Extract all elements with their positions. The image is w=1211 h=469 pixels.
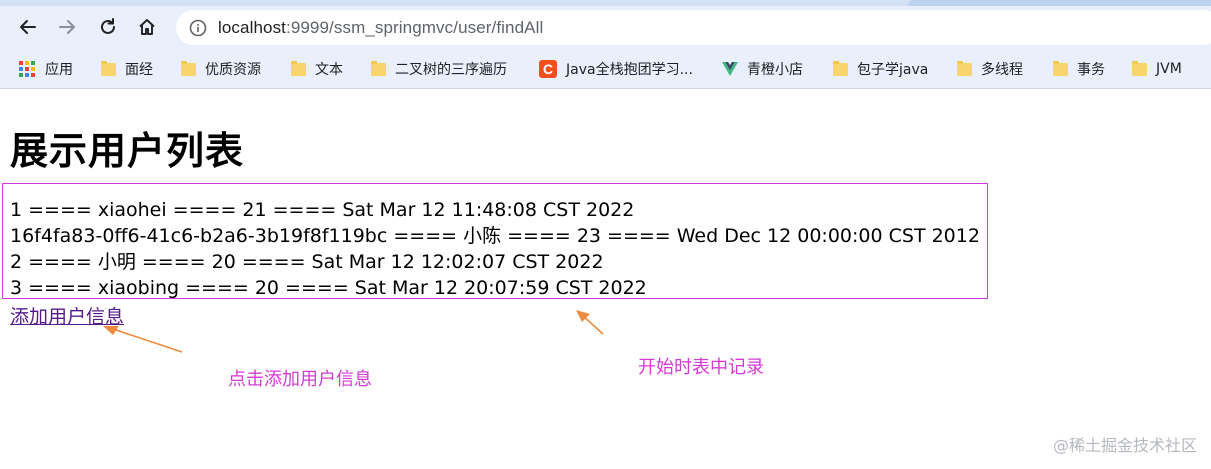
- bookmark-folder[interactable]: 文本: [291, 58, 343, 80]
- add-user-link[interactable]: 添加用户信息: [10, 302, 124, 329]
- bookmark-folder[interactable]: 包子学java: [833, 58, 928, 80]
- bookmark-folder[interactable]: 二叉树的三序遍历: [371, 58, 507, 80]
- bookmark-label: 面经: [125, 62, 153, 78]
- arrow-to-add-link: [103, 326, 183, 353]
- c-logo-icon: C: [539, 60, 557, 78]
- folder-icon: [371, 60, 386, 76]
- bookmark-label: 包子学java: [857, 62, 929, 78]
- arrow-left-icon: [20, 20, 36, 34]
- list-item: 1 ==== xiaohei ==== 21 ==== Sat Mar 12 1…: [10, 199, 635, 221]
- watermark: @稀土掘金技术社区: [1052, 436, 1197, 455]
- back-button[interactable]: [13, 12, 43, 42]
- folder-icon: [101, 60, 116, 76]
- bookmark-label: 文本: [315, 62, 343, 78]
- list-item: 16f4fa83-0ff6-41c6-b2a6-3b19f8f119bc ===…: [10, 225, 980, 247]
- home-button[interactable]: [132, 12, 162, 42]
- bookmark-label: 青橙小店: [747, 62, 803, 78]
- url-path: :9999/ssm_springmvc/user/findAll: [286, 17, 544, 37]
- bookmark-qingcheng[interactable]: 青橙小店: [722, 58, 803, 80]
- bookmark-label: JVM: [1156, 61, 1182, 77]
- folder-icon: [833, 60, 848, 76]
- bookmarks-bar: 应用 面经 优质资源 文本 二叉树的三序遍历 C Java全栈抱团学习... 青…: [0, 49, 1211, 89]
- reload-icon: [101, 18, 115, 34]
- info-icon[interactable]: [189, 19, 207, 37]
- page-title: 展示用户列表: [10, 129, 245, 173]
- bookmark-folder[interactable]: 优质资源: [181, 58, 261, 80]
- reload-button[interactable]: [93, 12, 123, 42]
- arrow-to-records: [576, 310, 604, 335]
- home-icon: [139, 19, 155, 35]
- bookmark-java-group[interactable]: C Java全栈抱团学习...: [539, 58, 693, 80]
- browser-toolbar: localhost:9999/ssm_springmvc/user/findAl…: [0, 6, 1211, 49]
- bookmark-folder[interactable]: JVM: [1132, 58, 1182, 80]
- bookmark-label: 优质资源: [205, 62, 261, 78]
- bookmark-label: 多线程: [981, 62, 1023, 78]
- bookmark-label: 应用: [45, 62, 73, 78]
- annotation-click-add: 点击添加用户信息: [228, 369, 372, 390]
- bookmark-folder[interactable]: 多线程: [957, 58, 1023, 80]
- forward-button[interactable]: [52, 12, 82, 42]
- folder-icon: [1132, 60, 1147, 76]
- list-item: 2 ==== 小明 ==== 20 ==== Sat Mar 12 12:02:…: [10, 251, 604, 273]
- folder-icon: [291, 60, 306, 76]
- bookmark-folder[interactable]: 事务: [1053, 58, 1105, 80]
- bookmark-label: Java全栈抱团学习...: [566, 62, 693, 78]
- url-text[interactable]: localhost:9999/ssm_springmvc/user/findAl…: [218, 18, 543, 38]
- folder-icon: [1053, 60, 1068, 76]
- vue-logo-icon: [722, 62, 738, 76]
- arrow-right-icon: [59, 20, 75, 34]
- url-host: localhost: [218, 17, 286, 37]
- folder-icon: [181, 60, 196, 76]
- bookmark-apps[interactable]: 应用: [19, 58, 73, 80]
- user-records-list: 1 ==== xiaohei ==== 21 ==== Sat Mar 12 1…: [10, 197, 980, 301]
- apps-grid-icon: [19, 61, 35, 77]
- bookmark-label: 事务: [1077, 62, 1105, 78]
- folder-icon: [957, 60, 972, 76]
- list-item: 3 ==== xiaobing ==== 20 ==== Sat Mar 12 …: [10, 277, 647, 299]
- annotation-initial-records: 开始时表中记录: [638, 357, 764, 378]
- bookmark-label: 二叉树的三序遍历: [395, 62, 507, 78]
- bookmark-folder[interactable]: 面经: [101, 58, 153, 80]
- address-bar[interactable]: localhost:9999/ssm_springmvc/user/findAl…: [176, 10, 1211, 45]
